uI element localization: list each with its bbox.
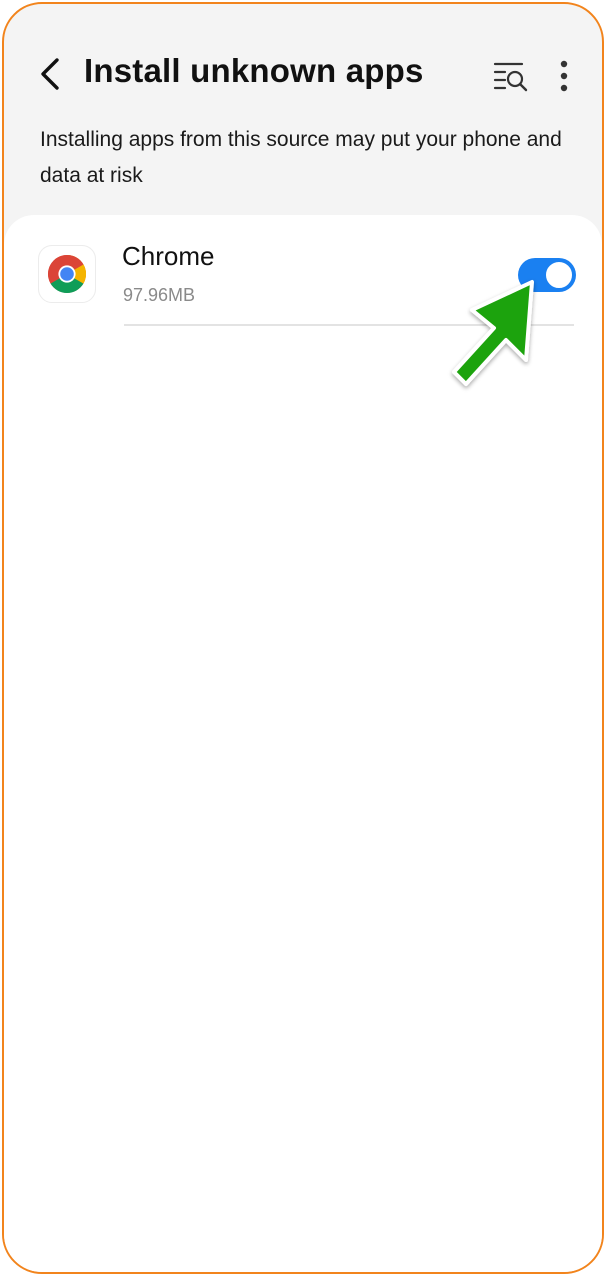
list-divider [124,324,574,326]
chrome-icon [38,245,96,303]
phone-frame: Install unknown apps Installing apps fro… [2,2,604,1274]
toggle-knob [544,260,574,290]
back-button[interactable] [32,54,68,94]
apps-list-card: Chrome 97.96MB [4,215,602,1272]
risk-warning-text: Installing apps from this source may put… [40,128,562,187]
search-button[interactable] [492,58,532,94]
more-options-button[interactable] [550,56,578,96]
list-search-icon [493,62,528,92]
app-name: Chrome [122,241,215,271]
app-bar: Install unknown apps [4,4,602,124]
chevron-left-icon [41,58,59,90]
app-size: 97.96MB [123,285,196,305]
page-title: Install unknown apps [84,52,424,89]
more-vertical-icon [560,60,568,92]
list-item-chrome[interactable]: Chrome 97.96MB [4,215,602,327]
allow-install-toggle[interactable] [518,258,576,292]
